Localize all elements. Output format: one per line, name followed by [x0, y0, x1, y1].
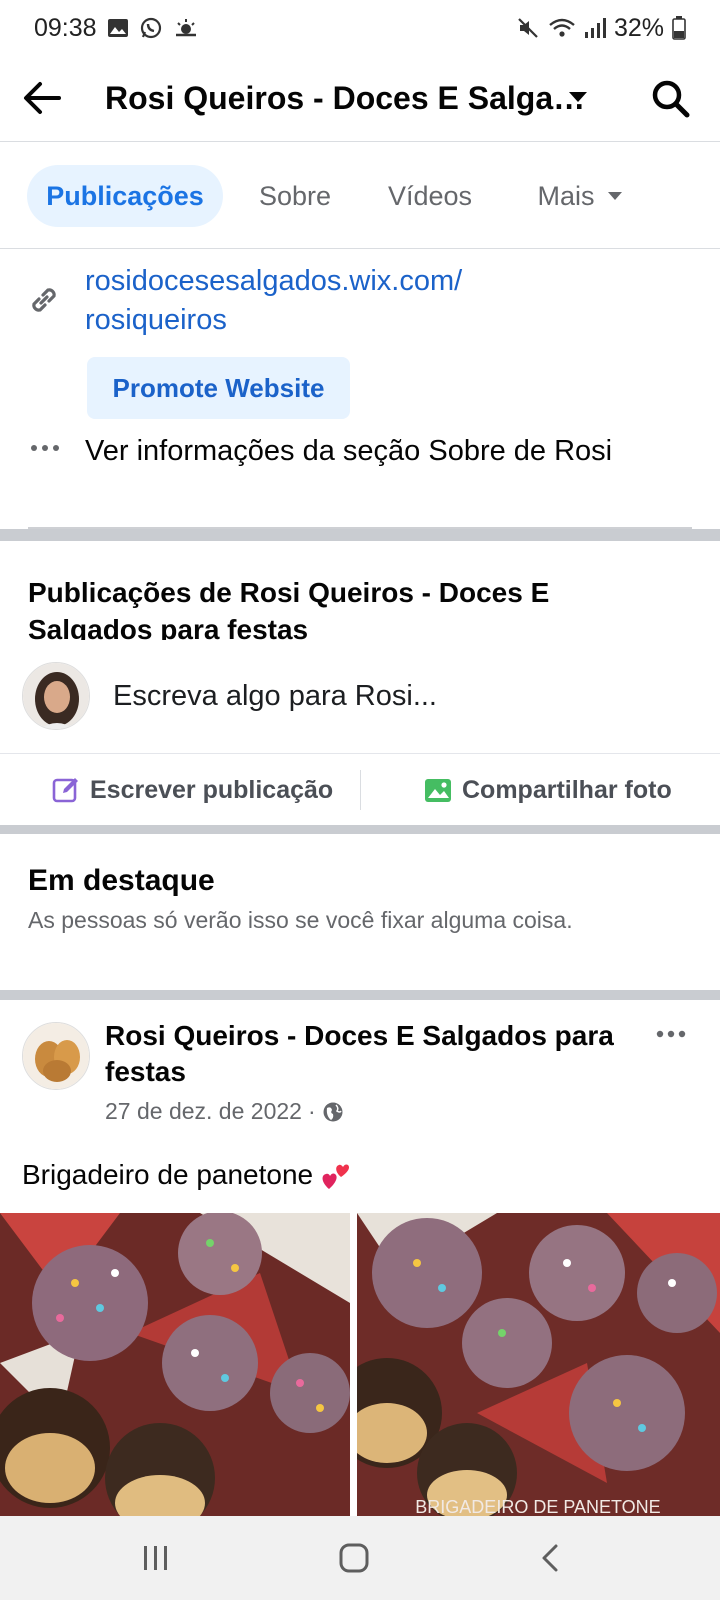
mute-icon — [516, 16, 540, 40]
post-text: Brigadeiro de panetone — [22, 1158, 353, 1192]
action-divider — [360, 770, 361, 810]
post-author[interactable]: Rosi Queiros - Doces E Salgados para fes… — [105, 1018, 645, 1090]
photo-caption: BRIGADEIRO DE PANETONE — [415, 1497, 660, 1517]
post-options-button[interactable] — [656, 1026, 686, 1044]
website-link-line2: rosiqueiros — [85, 304, 227, 336]
write-post-label: Escrever publicação — [90, 775, 334, 804]
chevron-left-icon — [542, 1544, 558, 1572]
post-photo[interactable]: BRIGADEIRO DE PANETONE — [357, 1213, 720, 1517]
tab-publicacoes[interactable]: Publicações — [27, 165, 223, 227]
post-author-avatar[interactable] — [22, 1022, 90, 1090]
globe-icon — [323, 1102, 343, 1121]
app-header: Rosi Queiros - Doces E Salga… — [0, 56, 720, 142]
tab-mais[interactable]: Mais — [510, 165, 650, 227]
tab-mais-label: Mais — [537, 180, 595, 211]
post-date[interactable]: 27 de dez. de 2022 — [105, 1098, 302, 1125]
meta-separator: · — [307, 1098, 316, 1124]
status-time: 09:38 — [34, 13, 97, 42]
whatsapp-icon — [139, 16, 163, 40]
title-dropdown-icon[interactable] — [568, 90, 588, 109]
home-button[interactable] — [324, 1534, 384, 1582]
post-meta: 27 de dez. de 2022 · — [105, 1098, 344, 1125]
post-text-content: Brigadeiro de panetone — [22, 1159, 314, 1190]
search-button[interactable] — [650, 78, 692, 120]
system-nav-bar — [0, 1516, 720, 1600]
composer-input[interactable]: Escreva algo para Rosi... — [113, 680, 437, 713]
recent-apps-icon — [144, 1546, 167, 1570]
section-separator — [0, 825, 720, 834]
website-link[interactable]: rosidocesesalgados.wix.com/ rosiqueiros — [85, 262, 645, 340]
website-link-line1: rosidocesesalgados.wix.com/ — [85, 265, 463, 297]
share-photo-button[interactable]: Compartilhar foto — [424, 754, 672, 826]
about-section-link[interactable]: Ver informações da seção Sobre de Rosi — [85, 435, 612, 468]
edit-icon — [52, 778, 78, 803]
system-back-button[interactable] — [520, 1534, 580, 1582]
battery-icon — [672, 16, 686, 40]
weather-icon — [173, 17, 199, 39]
more-horizontal-icon — [656, 1030, 686, 1038]
featured-subtitle: As pessoas só verão isso se você fixar a… — [28, 907, 573, 933]
section-separator — [0, 529, 720, 541]
battery-level: 32% — [613, 13, 664, 42]
more-dots-icon — [30, 440, 60, 458]
page-tabs: Publicações Sobre Vídeos Mais — [0, 143, 720, 249]
home-icon — [339, 1543, 369, 1573]
posts-heading: Publicações de Rosi Queiros - Doces E Sa… — [28, 577, 550, 640]
wifi-icon — [548, 17, 576, 39]
tab-videos[interactable]: Vídeos — [370, 165, 490, 227]
recent-apps-button[interactable] — [126, 1534, 186, 1582]
arrow-left-icon — [24, 82, 61, 114]
search-icon — [652, 80, 690, 118]
section-separator — [0, 990, 720, 1000]
promote-website-button[interactable]: Promote Website — [87, 357, 350, 419]
two-hearts-icon — [322, 1164, 350, 1189]
gallery-icon — [107, 18, 129, 38]
signal-icon — [584, 17, 606, 39]
page-title[interactable]: Rosi Queiros - Doces E Salga… — [105, 80, 585, 117]
chevron-down-icon — [607, 191, 622, 200]
post-photo[interactable] — [0, 1213, 350, 1517]
share-photo-label: Compartilhar foto — [462, 775, 672, 804]
photo-icon — [425, 779, 451, 802]
composer-actions: Escrever publicação Compartilhar foto — [0, 753, 720, 825]
featured-title: Em destaque — [28, 864, 215, 897]
write-post-button[interactable]: Escrever publicação — [52, 754, 333, 826]
back-button[interactable] — [20, 76, 64, 120]
status-bar: 09:38 32% — [0, 0, 720, 56]
tab-sobre[interactable]: Sobre — [240, 165, 350, 227]
avatar[interactable] — [22, 662, 90, 730]
link-icon — [26, 282, 62, 323]
